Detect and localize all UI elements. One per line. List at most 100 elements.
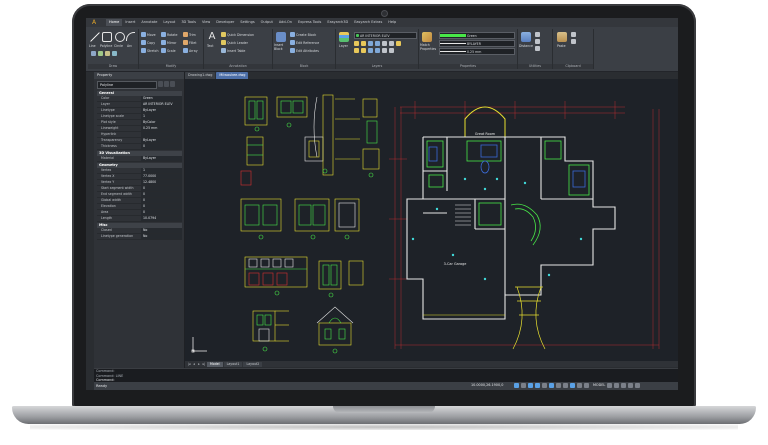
previous-layer-icon[interactable]	[389, 41, 394, 46]
menu-annotate[interactable]: Annotate	[138, 19, 160, 26]
text-button[interactable]: Text	[207, 44, 213, 48]
layout-tab-model[interactable]: Model	[207, 361, 223, 367]
property-value[interactable]: Green	[141, 96, 182, 101]
layer-off-icon[interactable]	[354, 48, 359, 53]
merge-layer-icon[interactable]	[382, 48, 387, 53]
property-value[interactable]: 0	[141, 144, 182, 149]
property-value[interactable]: 0	[141, 204, 182, 209]
polyline-button[interactable]: Polyline	[100, 44, 112, 48]
layers-group-label[interactable]: Layers	[336, 64, 418, 69]
grid-toggle-icon[interactable]	[521, 383, 526, 388]
menu-easyarch3d[interactable]: Easyarch3D	[324, 19, 351, 26]
stretch-button[interactable]: Stretch	[141, 48, 159, 53]
snap-toggle-icon[interactable]	[514, 383, 519, 388]
annotation-group-label[interactable]: Annotation	[204, 64, 272, 69]
lineweight-dropdown[interactable]: 0.25 mm	[439, 48, 515, 55]
create-block-button[interactable]: Create Block	[290, 32, 316, 37]
line-icon[interactable]	[90, 32, 100, 42]
annotation-scale-icon[interactable]	[607, 383, 613, 388]
menu-easyarch-extras[interactable]: Easyarch Extras	[351, 19, 385, 26]
workspace-gear-icon[interactable]	[614, 383, 620, 388]
unisolate-layer-icon[interactable]	[375, 41, 380, 46]
last-layout-arrow-icon[interactable]: ▸|	[202, 362, 206, 366]
property-value[interactable]: 1	[141, 168, 182, 173]
polyline-icon[interactable]	[102, 32, 112, 42]
menu-add-on[interactable]: Add-On	[276, 19, 295, 26]
freeze-layer-icon[interactable]	[354, 41, 359, 46]
otrack-toggle-icon[interactable]	[549, 383, 554, 388]
layer-walk-icon[interactable]	[396, 41, 401, 46]
property-value[interactable]: 0	[141, 210, 182, 215]
property-value[interactable]: 1	[141, 114, 182, 119]
properties-group-label[interactable]: Properties	[419, 64, 517, 69]
delete-layer-icon[interactable]	[389, 48, 394, 53]
distance-button[interactable]: Distance	[519, 44, 533, 48]
property-value[interactable]	[141, 132, 182, 137]
id-point-icon[interactable]	[535, 32, 540, 37]
property-row[interactable]: Thickness 0	[97, 144, 182, 150]
property-row[interactable]: Linetype generation No	[97, 234, 182, 240]
text-icon[interactable]: A	[207, 32, 217, 42]
property-value[interactable]: ByLayer	[141, 156, 182, 161]
menu-insert[interactable]: Insert	[122, 19, 138, 26]
isolate-layer-icon[interactable]	[368, 41, 373, 46]
arc-icon[interactable]	[126, 32, 135, 41]
toggle-pickadd-icon[interactable]	[158, 81, 163, 87]
quick-dimension-button[interactable]: Quick Dimension	[221, 32, 254, 37]
match-layer-icon[interactable]	[382, 41, 387, 46]
circle-button[interactable]: Circle	[114, 44, 123, 48]
rotate-button[interactable]: Rotate	[161, 32, 177, 37]
layout-tab-layout1[interactable]: Layout1	[223, 361, 243, 367]
color-dropdown[interactable]: Green	[439, 32, 515, 39]
selection-cycling-icon[interactable]	[584, 383, 589, 388]
layout-tab-layout2[interactable]: Layout2	[243, 361, 263, 367]
property-value[interactable]: 0.25 mm	[141, 126, 182, 131]
layer-button[interactable]: Layer	[339, 44, 348, 48]
model-space-toggle[interactable]: MODEL	[593, 383, 605, 388]
quick-properties-toggle-icon[interactable]	[577, 383, 582, 388]
doc-tab-milwaukee[interactable]: Milwaukee.dwg	[216, 72, 249, 79]
lineweight-toggle-icon[interactable]	[556, 383, 561, 388]
ellipse-icon[interactable]	[105, 51, 110, 56]
osnap-toggle-icon[interactable]	[542, 383, 547, 388]
block-group-label[interactable]: Block	[273, 64, 335, 69]
menu-output[interactable]: Output	[258, 19, 276, 26]
copy-button[interactable]: Copy	[141, 40, 155, 45]
current-layer-dropdown[interactable]: AR INTERIOR ELEV	[354, 32, 417, 39]
draw-group-label[interactable]: Draw	[88, 64, 138, 69]
property-value[interactable]: 12.4800	[141, 180, 182, 185]
dynamic-input-toggle-icon[interactable]	[570, 383, 575, 388]
paste-icon[interactable]	[557, 32, 567, 42]
polar-toggle-icon[interactable]	[535, 383, 540, 388]
utilities-group-label[interactable]: Utilities	[518, 64, 552, 69]
next-layout-arrow-icon[interactable]: ▸	[197, 362, 201, 366]
insert-table-button[interactable]: Insert Table	[221, 48, 245, 53]
copy-to-layer-icon[interactable]	[375, 48, 380, 53]
quick-select-icon[interactable]	[170, 81, 175, 87]
trim-button[interactable]: Trim	[183, 32, 196, 37]
cut-icon[interactable]	[571, 32, 576, 37]
calculator-icon[interactable]	[535, 46, 540, 51]
paste-button[interactable]: Paste	[557, 44, 566, 48]
circle-icon[interactable]	[115, 32, 125, 42]
move-button[interactable]: Move	[141, 32, 156, 37]
property-value[interactable]: ByColor	[141, 120, 182, 125]
match-properties-icon[interactable]	[422, 32, 432, 42]
prev-layout-arrow-icon[interactable]: ◂	[192, 362, 196, 366]
mirror-button[interactable]: Mirror	[161, 40, 176, 45]
menu-settings[interactable]: Settings	[237, 19, 257, 26]
rectangle-icon[interactable]	[91, 51, 96, 56]
distance-icon[interactable]	[521, 32, 531, 42]
spline-icon[interactable]	[112, 51, 117, 56]
menu-home[interactable]: Home	[106, 19, 123, 26]
insert-block-icon[interactable]	[276, 32, 286, 42]
property-value[interactable]: 0	[141, 198, 182, 203]
fullscreen-icon[interactable]	[628, 383, 634, 388]
property-value[interactable]: 0	[141, 186, 182, 191]
property-row[interactable]: Material ByLayer	[97, 156, 182, 162]
doc-tab-drawing1[interactable]: Drawing1.dwg	[185, 72, 216, 79]
app-logo-icon[interactable]: A	[92, 19, 102, 26]
select-objects-icon[interactable]	[164, 81, 169, 87]
property-value[interactable]: No	[141, 234, 182, 239]
make-current-icon[interactable]	[368, 48, 373, 53]
